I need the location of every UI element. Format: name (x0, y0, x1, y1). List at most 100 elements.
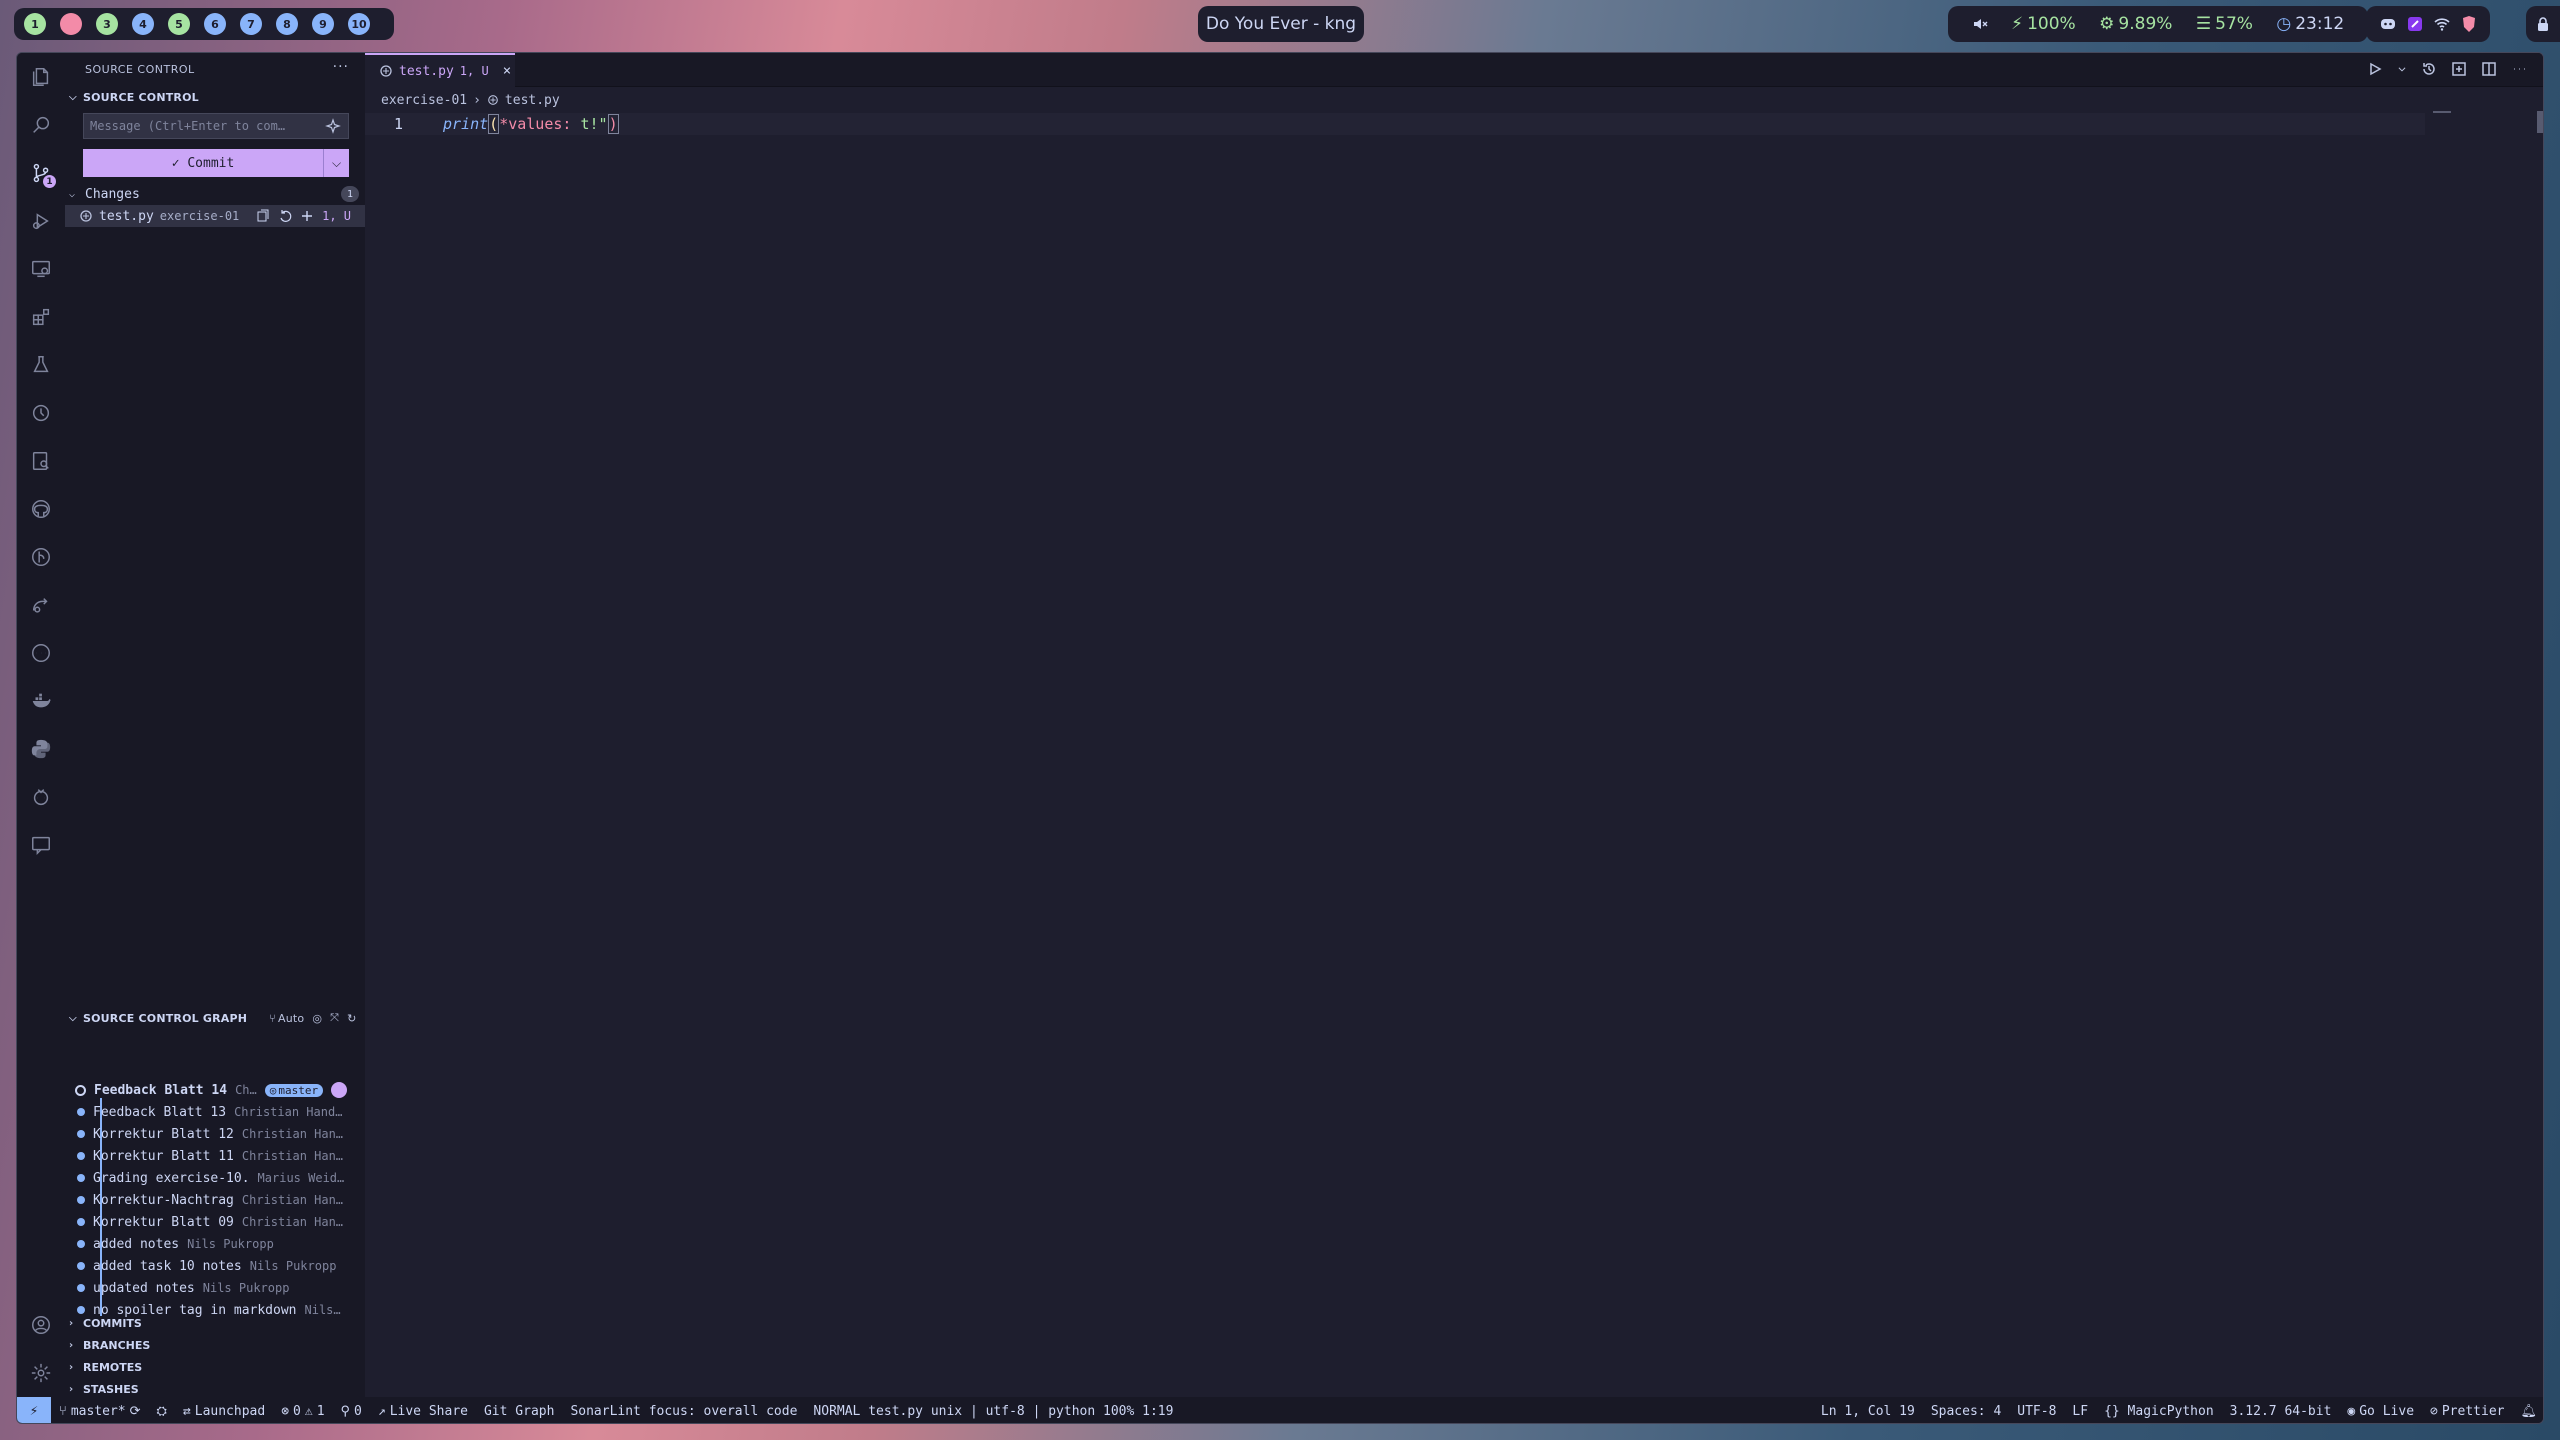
changes-group-header[interactable]: ⌵ Changes 1 (69, 183, 359, 205)
editor-scrollbar[interactable] (2537, 111, 2543, 133)
copilot-icon[interactable] (25, 781, 57, 813)
sidebar-more-icon[interactable]: ··· (333, 59, 349, 75)
run-python-icon[interactable] (2367, 61, 2383, 77)
status-encoding[interactable]: UTF-8 (2009, 1404, 2064, 1419)
code-line-1[interactable]: 1 print(*values: t!") (365, 113, 2425, 135)
branches-section-header[interactable]: › BRANCHES (69, 1339, 150, 1352)
commits-section-header[interactable]: › COMMITS (69, 1317, 142, 1330)
wifi-icon[interactable] (2433, 15, 2451, 33)
graph-commit-row[interactable]: added notes Nils Pukropp (69, 1233, 361, 1255)
status-go-live[interactable]: ◉ Go Live (2339, 1404, 2422, 1419)
workspace-1[interactable]: 1 (24, 13, 46, 35)
settings-gear-icon[interactable] (25, 1357, 57, 1389)
search-icon[interactable] (25, 109, 57, 141)
generate-message-sparkle-icon[interactable] (325, 118, 341, 134)
python-icon[interactable] (25, 733, 57, 765)
status-problems[interactable]: ⊗ 0 ⚠ 1 (273, 1404, 332, 1419)
close-tab-icon[interactable]: × (503, 63, 511, 79)
breadcrumb-file[interactable]: test.py (505, 93, 560, 108)
minimap[interactable] (2433, 111, 2451, 113)
refresh-icon[interactable]: ↻ (347, 1012, 356, 1025)
timeline-history-icon[interactable] (2421, 61, 2437, 77)
split-editor-icon[interactable] (2481, 61, 2497, 77)
graph-commit-row[interactable]: Korrektur Blatt 11 Christian Han… (69, 1145, 361, 1167)
more-icon[interactable] (25, 637, 57, 669)
run-debug-icon[interactable] (25, 205, 57, 237)
status-language[interactable]: {} MagicPython (2096, 1404, 2222, 1419)
status-ports[interactable]: ⚲ 0 (333, 1404, 370, 1419)
status-branch[interactable]: ⑂ master* ⟳ (51, 1404, 149, 1419)
changed-file-row[interactable]: test.py exercise-01 1, U (65, 205, 365, 227)
status-prettier[interactable]: ⊘ Prettier (2422, 1404, 2512, 1419)
git-graph-icon[interactable] (25, 541, 57, 573)
discord-icon[interactable] (2379, 15, 2397, 33)
graph-commit-row[interactable]: updated notes Nils Pukropp (69, 1277, 361, 1299)
explorer-icon[interactable] (25, 61, 57, 93)
workspace-9[interactable]: 9 (312, 13, 334, 35)
live-share-icon[interactable] (25, 589, 57, 621)
workspace-10[interactable]: 10 (348, 13, 370, 35)
status-launchpad[interactable]: ⇄ Launchpad (175, 1404, 273, 1419)
code-text[interactable]: print(*values: t!") (443, 114, 619, 134)
source-control-icon[interactable]: 1 (25, 157, 57, 189)
now-playing[interactable]: Do You Ever - kng (1198, 6, 1364, 42)
commit-dropdown-chevron-icon[interactable]: ⌵ (323, 149, 349, 177)
workspace-6[interactable]: 6 (204, 13, 226, 35)
remote-indicator-icon[interactable]: ⚡ (17, 1397, 51, 1423)
stashes-section-header[interactable]: › STASHES (69, 1383, 139, 1396)
workspace-3[interactable]: 3 (96, 13, 118, 35)
graph-commit-row[interactable]: Korrektur Blatt 12 Christian Han… (69, 1123, 361, 1145)
status-sonarlint[interactable]: SonarLint focus: overall code (562, 1404, 805, 1419)
source-control-section-header[interactable]: ⌵ SOURCE CONTROL (69, 91, 199, 104)
workspace-8[interactable]: 8 (276, 13, 298, 35)
graph-branch-mode[interactable]: ⑂ Auto (269, 1012, 304, 1025)
brave-icon[interactable] (2460, 15, 2478, 33)
remotes-section-header[interactable]: › REMOTES (69, 1361, 142, 1374)
mute-icon[interactable] (1972, 16, 1988, 32)
commit-button[interactable]: ✓ Commit ⌵ (83, 149, 349, 177)
graph-commit-row[interactable]: added task 10 notes Nils Pukropp (69, 1255, 361, 1277)
workspace-5[interactable]: 5 (168, 13, 190, 35)
commit-message-input[interactable] (83, 113, 349, 139)
status-interpreter[interactable]: 3.12.7 64-bit (2222, 1404, 2340, 1419)
more-actions-icon[interactable] (2511, 61, 2527, 77)
github-icon[interactable] (25, 493, 57, 525)
graph-commit-row[interactable]: Feedback Blatt 13 Christian Hand… (69, 1101, 361, 1123)
lock-icon[interactable] (2526, 6, 2560, 42)
fetch-icon[interactable]: ⤧ (330, 1011, 339, 1025)
timeline-icon[interactable] (25, 397, 57, 429)
app-tray-icon[interactable] (2406, 15, 2424, 33)
docker-icon[interactable] (25, 685, 57, 717)
sonarlint-icon[interactable] (25, 445, 57, 477)
open-changes-icon[interactable] (2451, 61, 2467, 77)
status-eol[interactable]: LF (2064, 1404, 2096, 1419)
graph-commit-row[interactable]: Grading exercise-10. Marius Weid… (69, 1167, 361, 1189)
workspace-4[interactable]: 4 (132, 13, 154, 35)
chat-icon[interactable] (25, 829, 57, 861)
tab-test-py[interactable]: test.py 1, U × (365, 53, 515, 87)
discard-changes-icon[interactable] (278, 209, 292, 223)
sync-icon[interactable]: ⟳ (130, 1404, 141, 1419)
notifications-bell-icon[interactable]: 🔔︎ (2512, 1404, 2543, 1419)
status-cursor-position[interactable]: Ln 1, Col 19 (1813, 1404, 1923, 1419)
account-icon[interactable] (25, 1309, 57, 1341)
breadcrumb-folder[interactable]: exercise-01 (381, 93, 467, 108)
graph-commit-row[interactable]: Korrektur Blatt 09 Christian Han… (69, 1211, 361, 1233)
testing-icon[interactable] (25, 349, 57, 381)
target-icon[interactable]: ◎ (312, 1012, 322, 1025)
run-dropdown-chevron-icon[interactable] (2397, 61, 2407, 77)
graph-commit-row[interactable]: Korrektur-Nachtrag Christian Han… (69, 1189, 361, 1211)
status-indentation[interactable]: Spaces: 4 (1923, 1404, 2009, 1419)
stage-changes-icon[interactable] (300, 209, 314, 223)
graph-commit-row[interactable]: Feedback Blatt 14 Ch… ◎ master (69, 1079, 361, 1101)
clock[interactable]: ◷ 23:12 (2276, 14, 2344, 34)
status-gitlens-icon[interactable]: ⛭ (149, 1404, 175, 1419)
workspace-2[interactable] (60, 13, 82, 35)
status-git-graph[interactable]: Git Graph (476, 1404, 562, 1419)
source-control-graph-header[interactable]: ⌵ SOURCE CONTROL GRAPH ⑂ Auto ◎ ⤧ ↻ (69, 1011, 361, 1025)
workspace-7[interactable]: 7 (240, 13, 262, 35)
extensions-icon[interactable] (25, 301, 57, 333)
open-file-icon[interactable] (256, 209, 270, 223)
status-live-share[interactable]: ↗ Live Share (370, 1404, 476, 1419)
remote-explorer-icon[interactable] (25, 253, 57, 285)
